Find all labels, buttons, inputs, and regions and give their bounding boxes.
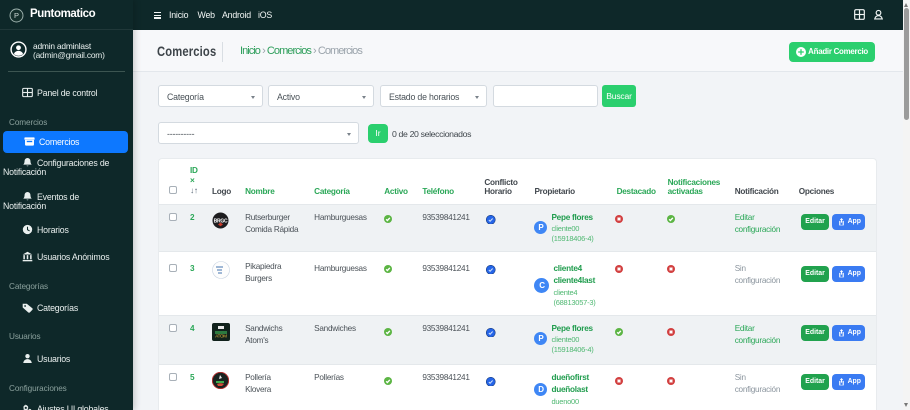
svg-text:P: P (14, 11, 19, 20)
svg-text:ATOM: ATOM (215, 333, 227, 338)
